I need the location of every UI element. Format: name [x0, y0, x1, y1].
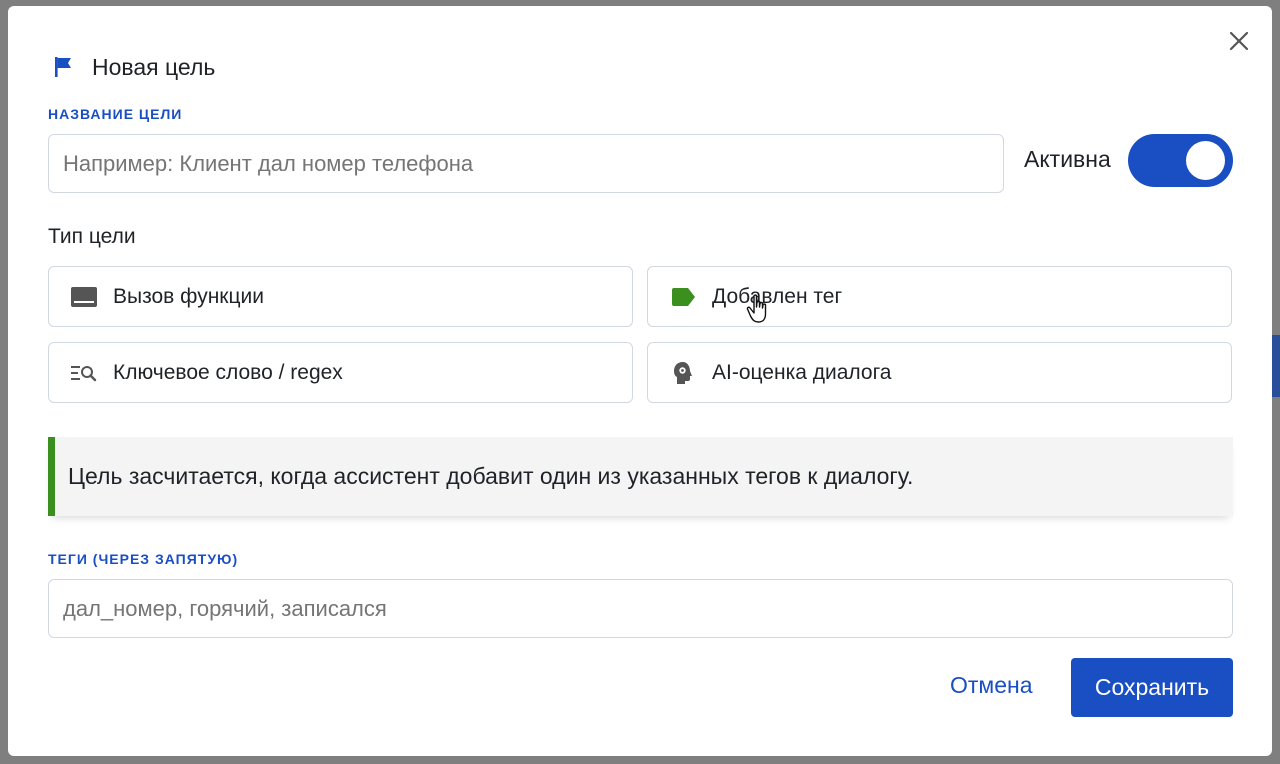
goal-type-info-panel: Цель засчитается, когда ассистент добави…: [48, 437, 1233, 516]
cancel-button[interactable]: Отмена: [950, 672, 1033, 699]
keyword-search-icon: [69, 361, 99, 385]
new-goal-modal: Новая цель НАЗВАНИЕ ЦЕЛИ Активна Тип цел…: [8, 6, 1272, 756]
goal-type-label-text: Добавлен тег: [712, 284, 843, 308]
close-icon: [1229, 31, 1249, 51]
info-text: Цель засчитается, когда ассистент добави…: [68, 463, 914, 489]
tags-input[interactable]: [48, 579, 1233, 638]
goal-type-tag-added[interactable]: Добавлен тег: [647, 266, 1232, 327]
goal-type-label: Тип цели: [48, 225, 136, 248]
flag-icon: [52, 55, 76, 79]
tags-label: ТЕГИ (ЧЕРЕЗ ЗАПЯТУЮ): [48, 551, 239, 567]
goal-type-function-call[interactable]: Вызов функции: [48, 266, 633, 327]
hand-cursor-icon: [746, 294, 767, 323]
active-toggle-label: Активна: [1024, 146, 1111, 172]
goal-type-label-text: Ключевое слово / regex: [113, 360, 343, 384]
tag-icon: [668, 285, 698, 309]
active-toggle[interactable]: [1128, 134, 1233, 187]
goal-type-ai-evaluation[interactable]: AI-оценка диалога: [647, 342, 1232, 403]
goal-type-label-text: AI-оценка диалога: [712, 360, 892, 384]
goal-name-input[interactable]: [48, 134, 1004, 193]
modal-title: Новая цель: [92, 53, 216, 80]
toggle-knob: [1186, 141, 1225, 180]
goal-type-keyword-regex[interactable]: Ключевое слово / regex: [48, 342, 633, 403]
ai-head-icon: [668, 361, 698, 385]
function-icon: [69, 285, 99, 309]
modal-header: Новая цель: [52, 52, 215, 82]
goal-type-label-text: Вызов функции: [113, 284, 264, 308]
goal-name-label: НАЗВАНИЕ ЦЕЛИ: [48, 106, 183, 122]
close-button[interactable]: [1224, 26, 1254, 56]
save-button[interactable]: Сохранить: [1071, 658, 1233, 717]
